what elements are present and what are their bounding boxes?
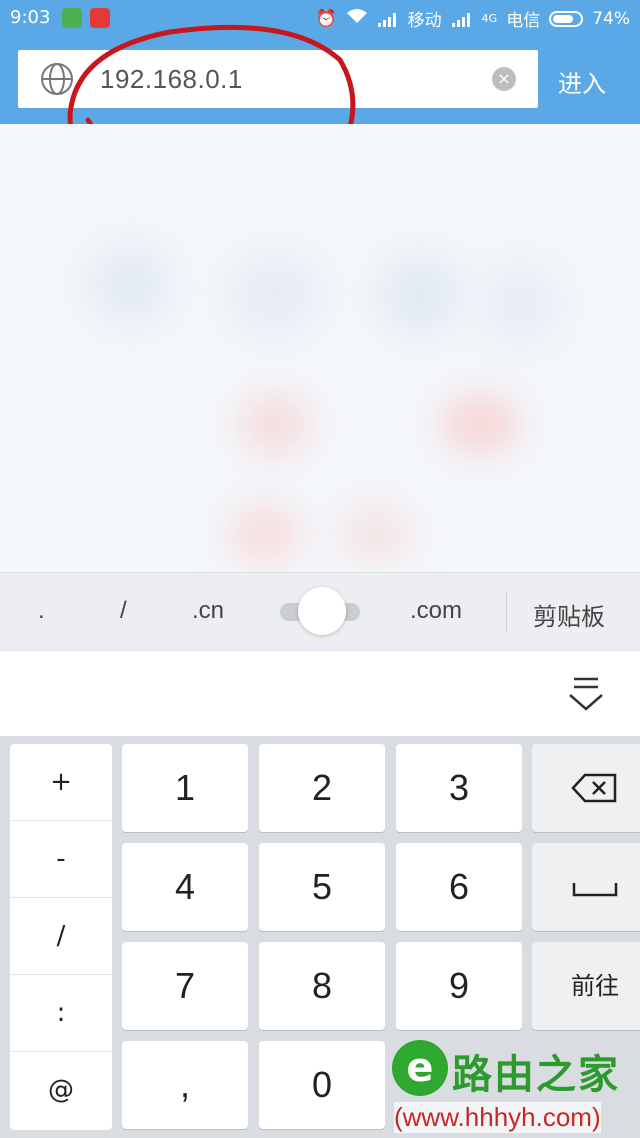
key-minus[interactable]: -: [10, 821, 112, 898]
space-icon: [572, 883, 618, 897]
key-6[interactable]: 6: [396, 843, 522, 931]
browser-top-bar: 9:03 ⏰ 移动 4G 电信 74% 192.168.0.1 × 进入: [0, 0, 640, 124]
backspace-key[interactable]: [532, 744, 640, 832]
signal-icon: [451, 11, 473, 27]
key-9[interactable]: 9: [396, 942, 522, 1030]
backspace-icon: [571, 773, 617, 803]
status-indicators: ⏰ 移动 4G 电信 74%: [315, 6, 631, 32]
watermark-logo-icon: e: [392, 1040, 448, 1096]
suggest-slash[interactable]: /: [120, 597, 127, 625]
collapse-keyboard-icon[interactable]: [568, 673, 604, 713]
carrier-2: 电信: [506, 11, 541, 31]
suggest-dot[interactable]: .: [38, 597, 45, 625]
address-bar[interactable]: 192.168.0.1 ×: [18, 50, 538, 108]
network-type: 4G: [481, 12, 498, 25]
key-at[interactable]: @: [10, 1052, 112, 1129]
suggestion-bar: . / .cn .com 剪贴板: [0, 572, 640, 651]
battery-percent: 74%: [592, 8, 630, 29]
key-colon[interactable]: :: [10, 975, 112, 1052]
key-4[interactable]: 4: [122, 843, 248, 931]
alarm-icon: ⏰: [315, 8, 337, 29]
wifi-icon: [346, 8, 368, 29]
key-7[interactable]: 7: [122, 942, 248, 1030]
status-time: 9:03: [10, 7, 51, 28]
clear-icon[interactable]: ×: [492, 67, 516, 91]
status-bar: 9:03 ⏰ 移动 4G 电信 74%: [0, 0, 640, 38]
url-input[interactable]: 192.168.0.1: [100, 64, 243, 95]
enter-button[interactable]: 进入: [558, 64, 606, 99]
watermark-text: 路由之家: [452, 1052, 620, 1098]
clipboard-button[interactable]: 剪贴板: [533, 597, 605, 632]
battery-icon: [549, 10, 584, 27]
watermark-url: (www.hhhyh.com): [394, 1102, 601, 1133]
app-notification-icon: [62, 8, 82, 28]
key-comma[interactable]: ,: [122, 1041, 248, 1129]
input-strip: [0, 650, 640, 737]
divider: [506, 591, 507, 633]
key-slash[interactable]: /: [10, 898, 112, 975]
key-plus[interactable]: +: [10, 744, 112, 821]
watermark: e 路由之家 (www.hhhyh.com): [390, 1038, 640, 1138]
key-3[interactable]: 3: [396, 744, 522, 832]
app-notification-icon: [90, 8, 110, 28]
signal-icon: [377, 11, 399, 27]
go-key[interactable]: 前往: [532, 942, 640, 1030]
key-2[interactable]: 2: [259, 744, 385, 832]
suggest-com[interactable]: .com: [410, 597, 462, 625]
blurred-page-content: [0, 124, 640, 572]
key-1[interactable]: 1: [122, 744, 248, 832]
key-8[interactable]: 8: [259, 942, 385, 1030]
globe-icon: [41, 63, 73, 95]
symbol-column: + - / : @: [10, 744, 112, 1130]
key-0[interactable]: 0: [259, 1041, 385, 1129]
carrier-1: 移动: [407, 11, 442, 31]
suggest-cn[interactable]: .cn: [192, 597, 224, 625]
cursor-toggle[interactable]: [280, 587, 360, 635]
key-5[interactable]: 5: [259, 843, 385, 931]
space-key[interactable]: [532, 843, 640, 931]
